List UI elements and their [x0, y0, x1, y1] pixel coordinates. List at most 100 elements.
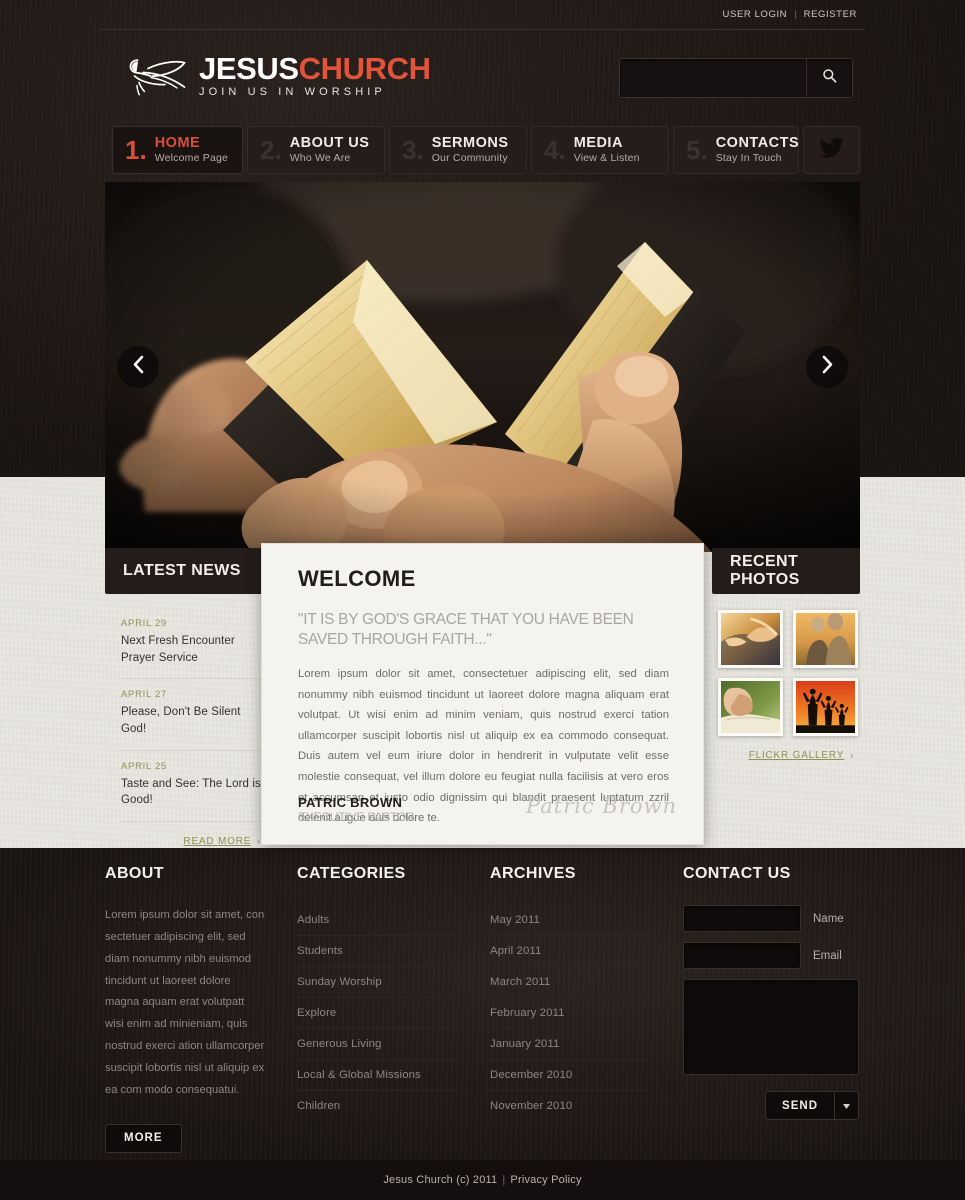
- nav-label: SERMONS: [431, 134, 509, 151]
- contact-name-row: Name: [683, 905, 865, 932]
- copyright-text: Jesus Church (c) 2011: [383, 1174, 498, 1186]
- register-link[interactable]: REGISTER: [804, 9, 857, 20]
- nav-sublabel: View & Listen: [573, 151, 640, 164]
- archive-item[interactable]: April 2011: [490, 936, 648, 967]
- contact-name-input[interactable]: [683, 905, 801, 932]
- photo-thumbnail-family-silhouette[interactable]: [793, 678, 858, 736]
- contact-message-textarea[interactable]: [683, 979, 859, 1075]
- contact-name-label: Name: [813, 912, 844, 925]
- chevron-left-icon: [132, 355, 145, 379]
- nav-label: ABOUT US: [289, 134, 370, 151]
- search-box[interactable]: [619, 58, 853, 98]
- photo-thumbnail-reaching-hands[interactable]: [718, 610, 783, 668]
- categories-title: CATEGORIES: [297, 865, 406, 882]
- nav-label: MEDIA: [573, 134, 623, 151]
- chevron-right-icon: ›: [850, 750, 854, 760]
- nav-item-contacts[interactable]: 5. CONTACTS Stay In Touch: [673, 126, 799, 174]
- news-title: Please, Don't Be Silent God!: [121, 706, 241, 736]
- nav-item-sermons[interactable]: 3. SERMONS Our Community: [389, 126, 527, 174]
- handwritten-signature: Patric Brown: [526, 794, 677, 818]
- category-item[interactable]: Students: [297, 936, 455, 967]
- category-item[interactable]: Children: [297, 1091, 455, 1121]
- nav-sublabel: Our Community: [431, 151, 508, 164]
- archives-list: May 2011 April 2011 March 2011 February …: [490, 905, 648, 1121]
- category-item[interactable]: Explore: [297, 998, 455, 1029]
- nav-sublabel: Stay In Touch: [715, 151, 782, 164]
- hero-slider: [105, 182, 860, 552]
- news-title: Next Fresh Encounter Prayer Service: [121, 635, 235, 664]
- twitter-link[interactable]: [803, 126, 860, 174]
- news-item[interactable]: APRIL 29 Next Fresh Encounter Prayer Ser…: [121, 608, 269, 680]
- photo-thumbnail-grid: [712, 594, 860, 736]
- nav-number: 4.: [544, 135, 566, 165]
- slider-prev-button[interactable]: [117, 346, 159, 388]
- news-date: APRIL 27: [121, 689, 167, 701]
- archive-item[interactable]: December 2010: [490, 1060, 648, 1091]
- slider-next-button[interactable]: [806, 346, 848, 388]
- signer-name: PATRIC BROWN: [298, 795, 403, 810]
- contact-email-input[interactable]: [683, 942, 801, 969]
- copyright-bar: Jesus Church (c) 2011 | Privacy Policy: [0, 1160, 965, 1200]
- recent-photos-title: RECENT PHOTOS: [730, 553, 800, 588]
- welcome-title: WELCOME: [298, 566, 416, 591]
- archive-item[interactable]: November 2010: [490, 1091, 648, 1121]
- site-logo[interactable]: JESUSCHURCH JOIN US IN WORSHIP: [127, 52, 431, 98]
- site-footer: ABOUT Lorem ipsum dolor sit amet, con se…: [105, 865, 865, 1153]
- photo-thumbnail-praying-hands[interactable]: [718, 678, 783, 736]
- news-read-more[interactable]: READ MORE ›: [121, 822, 269, 847]
- logo-word-church: CHURCH: [298, 50, 431, 86]
- welcome-card: WELCOME "IT IS BY GOD'S GRACE THAT YOU H…: [261, 543, 704, 845]
- footer-about-column: ABOUT Lorem ipsum dolor sit amet, con se…: [105, 865, 297, 1153]
- send-options-button[interactable]: [834, 1092, 858, 1119]
- news-item[interactable]: APRIL 27 Please, Don't Be Silent God!: [121, 679, 269, 751]
- contact-email-row: Email: [683, 942, 865, 969]
- flickr-gallery-link[interactable]: FLICKR GALLERY: [749, 750, 845, 761]
- news-title: Taste and See: The Lord is Good!: [121, 777, 261, 807]
- flickr-gallery-link-wrap[interactable]: FLICKR GALLERY ›: [712, 736, 860, 761]
- nav-sublabel: Welcome Page: [154, 151, 229, 164]
- latest-news-header: LATEST NEWS: [105, 548, 285, 594]
- latest-news-section: LATEST NEWS APRIL 29 Next Fresh Encounte…: [105, 548, 285, 847]
- dove-icon: [127, 52, 193, 98]
- contact-title: CONTACT US: [683, 865, 791, 882]
- utility-bar: USER LOGIN | REGISTER: [100, 0, 865, 30]
- nav-item-home[interactable]: 1. HOME Welcome Page: [112, 126, 243, 174]
- signer-role: EXECUTIVE PASTOR: [298, 810, 415, 824]
- category-item[interactable]: Sunday Worship: [297, 967, 455, 998]
- news-date: APRIL 29: [121, 618, 167, 629]
- photo-thumbnail-elderly-couple[interactable]: [793, 610, 858, 668]
- topbar-separator: |: [794, 9, 797, 20]
- archive-item[interactable]: May 2011: [490, 905, 648, 936]
- nav-label: HOME: [154, 134, 201, 151]
- news-item[interactable]: APRIL 25 Taste and See: The Lord is Good…: [121, 751, 269, 823]
- archive-item[interactable]: March 2011: [490, 967, 648, 998]
- about-text: Lorem ipsum dolor sit amet, con sectetue…: [105, 909, 265, 1096]
- footer-archives-column: ARCHIVES May 2011 April 2011 March 2011 …: [490, 865, 683, 1153]
- nav-sublabel: Who We Are: [289, 151, 351, 164]
- logo-tagline: JOIN US IN WORSHIP: [199, 85, 386, 98]
- nav-number: 2.: [260, 135, 282, 165]
- welcome-signature-block: PATRIC BROWN EXECUTIVE PASTOR: [298, 795, 415, 824]
- latest-news-list: APRIL 29 Next Fresh Encounter Prayer Ser…: [105, 594, 285, 847]
- archive-item[interactable]: February 2011: [490, 998, 648, 1029]
- category-item[interactable]: Generous Living: [297, 1029, 455, 1060]
- nav-item-about-us[interactable]: 2. ABOUT US Who We Are: [247, 126, 385, 174]
- archive-item[interactable]: January 2011: [490, 1029, 648, 1060]
- recent-photos-section: RECENT PHOTOS FLICKR GALLERY ›: [712, 548, 860, 761]
- search-input[interactable]: [620, 59, 806, 97]
- site-header: JESUSCHURCH JOIN US IN WORSHIP: [100, 30, 865, 118]
- about-more-button[interactable]: MORE: [105, 1123, 182, 1153]
- read-more-link[interactable]: READ MORE: [183, 836, 251, 847]
- user-login-link[interactable]: USER LOGIN: [723, 9, 788, 20]
- privacy-policy-link[interactable]: Privacy Policy: [510, 1174, 581, 1186]
- nav-number: 1.: [125, 135, 147, 165]
- category-item[interactable]: Adults: [297, 905, 455, 936]
- send-button[interactable]: SEND: [766, 1092, 834, 1119]
- welcome-quote: "IT IS BY GOD'S GRACE THAT YOU HAVE BEEN…: [298, 611, 634, 649]
- hero-image: [105, 182, 860, 552]
- search-button[interactable]: [806, 59, 852, 97]
- twitter-bird-icon: [818, 137, 845, 164]
- search-icon: [822, 68, 837, 88]
- nav-item-media[interactable]: 4. MEDIA View & Listen: [531, 126, 669, 174]
- category-item[interactable]: Local & Global Missions: [297, 1060, 455, 1091]
